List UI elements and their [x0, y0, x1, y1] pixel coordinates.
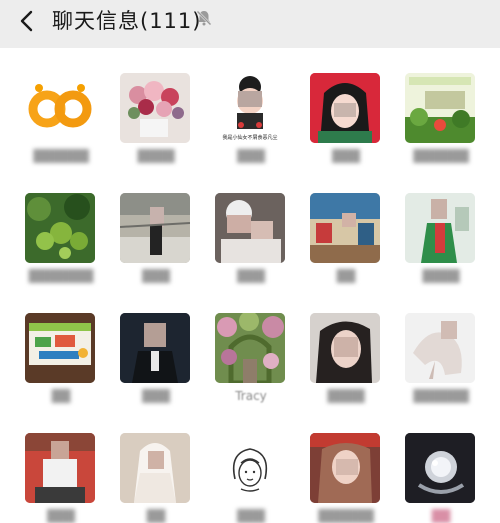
member-item[interactable]: ██████	[405, 313, 477, 403]
chevron-left-icon	[20, 10, 33, 32]
member-avatar	[120, 73, 190, 143]
member-item[interactable]: ██	[25, 313, 97, 403]
member-avatar	[215, 193, 285, 263]
member-avatar: 我是小仙女不屑食恶凡尘	[215, 73, 285, 143]
bell-muted-icon	[195, 9, 213, 27]
member-item[interactable]: ███	[310, 73, 382, 163]
member-item[interactable]: 我是小仙女不屑食恶凡尘 ███	[215, 73, 287, 163]
member-name: ██████	[413, 389, 469, 403]
member-item[interactable]: ██████	[25, 73, 97, 163]
member-name: ███	[237, 149, 265, 163]
member-name: ███	[237, 269, 265, 283]
member-name: ████	[422, 269, 460, 283]
member-avatar	[25, 193, 95, 263]
member-name: ███	[142, 269, 170, 283]
title-bar: 聊天信息(111)	[0, 0, 500, 48]
member-avatar	[215, 313, 285, 383]
member-avatar	[310, 433, 380, 503]
member-item[interactable]: ████	[405, 193, 477, 283]
member-name: ███████	[28, 269, 94, 283]
member-name: ████	[137, 149, 175, 163]
member-item[interactable]: ██████	[405, 73, 477, 163]
member-item[interactable]: ████	[120, 73, 192, 163]
member-name: ██████	[33, 149, 89, 163]
member-item[interactable]: ██	[405, 433, 477, 523]
member-name: Tracy	[235, 389, 267, 403]
member-avatar	[25, 433, 95, 503]
member-avatar	[405, 433, 475, 503]
member-item[interactable]: Tracy	[215, 313, 287, 403]
back-button[interactable]	[12, 6, 42, 36]
member-item[interactable]: ██	[310, 193, 382, 283]
member-item[interactable]: ███	[120, 313, 192, 403]
member-item[interactable]: ███	[215, 433, 287, 523]
member-item[interactable]: ██████	[310, 433, 382, 523]
member-name: ██████	[413, 149, 469, 163]
member-item[interactable]: ███	[25, 433, 97, 523]
member-name: ██	[51, 389, 71, 403]
member-avatar	[25, 73, 95, 143]
member-avatar	[25, 313, 95, 383]
member-avatar	[405, 193, 475, 263]
avatar-caption: 我是小仙女不屑食恶凡尘	[222, 134, 277, 141]
member-item[interactable]: ███	[120, 193, 192, 283]
member-avatar	[310, 313, 380, 383]
member-avatar	[120, 313, 190, 383]
member-avatar	[120, 433, 190, 503]
member-avatar	[405, 313, 475, 383]
member-name: ██	[336, 269, 356, 283]
member-item[interactable]: ████	[310, 313, 382, 403]
member-name: ████	[327, 389, 365, 403]
member-avatar	[310, 73, 380, 143]
member-avatar	[310, 193, 380, 263]
member-name: ███	[142, 389, 170, 403]
page-title: 聊天信息(111)	[52, 9, 202, 33]
member-item[interactable]: ███	[215, 193, 287, 283]
member-name: ███	[332, 149, 360, 163]
member-avatar	[405, 73, 475, 143]
member-avatar	[215, 433, 285, 503]
member-avatar	[120, 193, 190, 263]
member-item[interactable]: ███████	[25, 193, 97, 283]
member-item[interactable]: ██	[120, 433, 192, 523]
